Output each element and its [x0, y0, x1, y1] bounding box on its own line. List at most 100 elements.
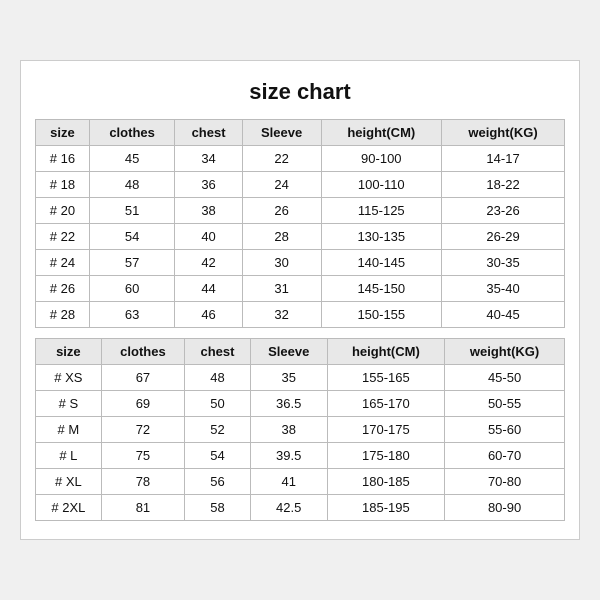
column-header: size [36, 120, 90, 146]
table-cell: 90-100 [321, 146, 442, 172]
table-cell: 36.5 [250, 391, 327, 417]
table-cell: 58 [185, 495, 251, 521]
table-row: # 28634632150-15540-45 [36, 302, 565, 328]
table-cell: 22 [242, 146, 321, 172]
table-cell: # M [36, 417, 102, 443]
table-cell: 115-125 [321, 198, 442, 224]
table-cell: 80-90 [445, 495, 565, 521]
table-cell: 57 [89, 250, 175, 276]
table-cell: 145-150 [321, 276, 442, 302]
table-cell: 81 [101, 495, 184, 521]
column-header: weight(KG) [442, 120, 565, 146]
column-header: chest [175, 120, 242, 146]
table-cell: 155-165 [327, 365, 445, 391]
table-cell: 30 [242, 250, 321, 276]
table-cell: 34 [175, 146, 242, 172]
table-cell: # S [36, 391, 102, 417]
table-cell: 18-22 [442, 172, 565, 198]
table-cell: 140-145 [321, 250, 442, 276]
table-cell: 75 [101, 443, 184, 469]
table-cell: 67 [101, 365, 184, 391]
table-cell: 100-110 [321, 172, 442, 198]
table-cell: 40 [175, 224, 242, 250]
table-cell: # XL [36, 469, 102, 495]
table-row: # 2XL815842.5185-19580-90 [36, 495, 565, 521]
table-cell: 50 [185, 391, 251, 417]
table-cell: 55-60 [445, 417, 565, 443]
table-cell: 180-185 [327, 469, 445, 495]
column-header: clothes [101, 339, 184, 365]
size-table-1: sizeclotheschestSleeveheight(CM)weight(K… [35, 119, 565, 328]
table-cell: 30-35 [442, 250, 565, 276]
table-cell: 44 [175, 276, 242, 302]
table-row: # 18483624100-11018-22 [36, 172, 565, 198]
table-cell: 35 [250, 365, 327, 391]
table-cell: 26-29 [442, 224, 565, 250]
table-cell: 45-50 [445, 365, 565, 391]
table-cell: 14-17 [442, 146, 565, 172]
table-cell: # 24 [36, 250, 90, 276]
table-cell: 36 [175, 172, 242, 198]
table-cell: 48 [89, 172, 175, 198]
table-row: # 20513826115-12523-26 [36, 198, 565, 224]
table-cell: 32 [242, 302, 321, 328]
column-header: chest [185, 339, 251, 365]
table-cell: 165-170 [327, 391, 445, 417]
table-cell: 175-180 [327, 443, 445, 469]
table-cell: 48 [185, 365, 251, 391]
table-cell: 52 [185, 417, 251, 443]
chart-title: size chart [35, 79, 565, 105]
table-cell: 54 [89, 224, 175, 250]
column-header: height(CM) [321, 120, 442, 146]
column-header: size [36, 339, 102, 365]
table-row: # S695036.5165-17050-55 [36, 391, 565, 417]
table-cell: 150-155 [321, 302, 442, 328]
table-row: # XS674835155-16545-50 [36, 365, 565, 391]
table-cell: # 20 [36, 198, 90, 224]
column-header: Sleeve [242, 120, 321, 146]
table-cell: 40-45 [442, 302, 565, 328]
table-cell: 56 [185, 469, 251, 495]
column-header: height(CM) [327, 339, 445, 365]
table-cell: # 18 [36, 172, 90, 198]
table-row: # 1645342290-10014-17 [36, 146, 565, 172]
table-cell: 42.5 [250, 495, 327, 521]
table-cell: 46 [175, 302, 242, 328]
table-cell: 23-26 [442, 198, 565, 224]
column-header: clothes [89, 120, 175, 146]
table-cell: 60 [89, 276, 175, 302]
table-cell: 26 [242, 198, 321, 224]
table-cell: 41 [250, 469, 327, 495]
table-cell: # XS [36, 365, 102, 391]
table-cell: 45 [89, 146, 175, 172]
table-cell: 63 [89, 302, 175, 328]
table-cell: # 28 [36, 302, 90, 328]
table-cell: 69 [101, 391, 184, 417]
table-cell: 130-135 [321, 224, 442, 250]
table-cell: 28 [242, 224, 321, 250]
table-cell: 78 [101, 469, 184, 495]
table-cell: 38 [175, 198, 242, 224]
table-cell: 24 [242, 172, 321, 198]
column-header: Sleeve [250, 339, 327, 365]
table-cell: 39.5 [250, 443, 327, 469]
table-cell: 170-175 [327, 417, 445, 443]
table-cell: 54 [185, 443, 251, 469]
table-cell: 50-55 [445, 391, 565, 417]
table-cell: 72 [101, 417, 184, 443]
table-row: # 26604431145-15035-40 [36, 276, 565, 302]
table-cell: # 16 [36, 146, 90, 172]
table-cell: 31 [242, 276, 321, 302]
table-cell: 42 [175, 250, 242, 276]
table-cell: 51 [89, 198, 175, 224]
table-row: # 22544028130-13526-29 [36, 224, 565, 250]
table-cell: # 26 [36, 276, 90, 302]
table-cell: # 22 [36, 224, 90, 250]
table-row: # XL785641180-18570-80 [36, 469, 565, 495]
table-cell: 38 [250, 417, 327, 443]
table-cell: # 2XL [36, 495, 102, 521]
table-cell: # L [36, 443, 102, 469]
table-cell: 60-70 [445, 443, 565, 469]
size-chart-card: size chart sizeclotheschestSleeveheight(… [20, 60, 580, 540]
table-cell: 70-80 [445, 469, 565, 495]
